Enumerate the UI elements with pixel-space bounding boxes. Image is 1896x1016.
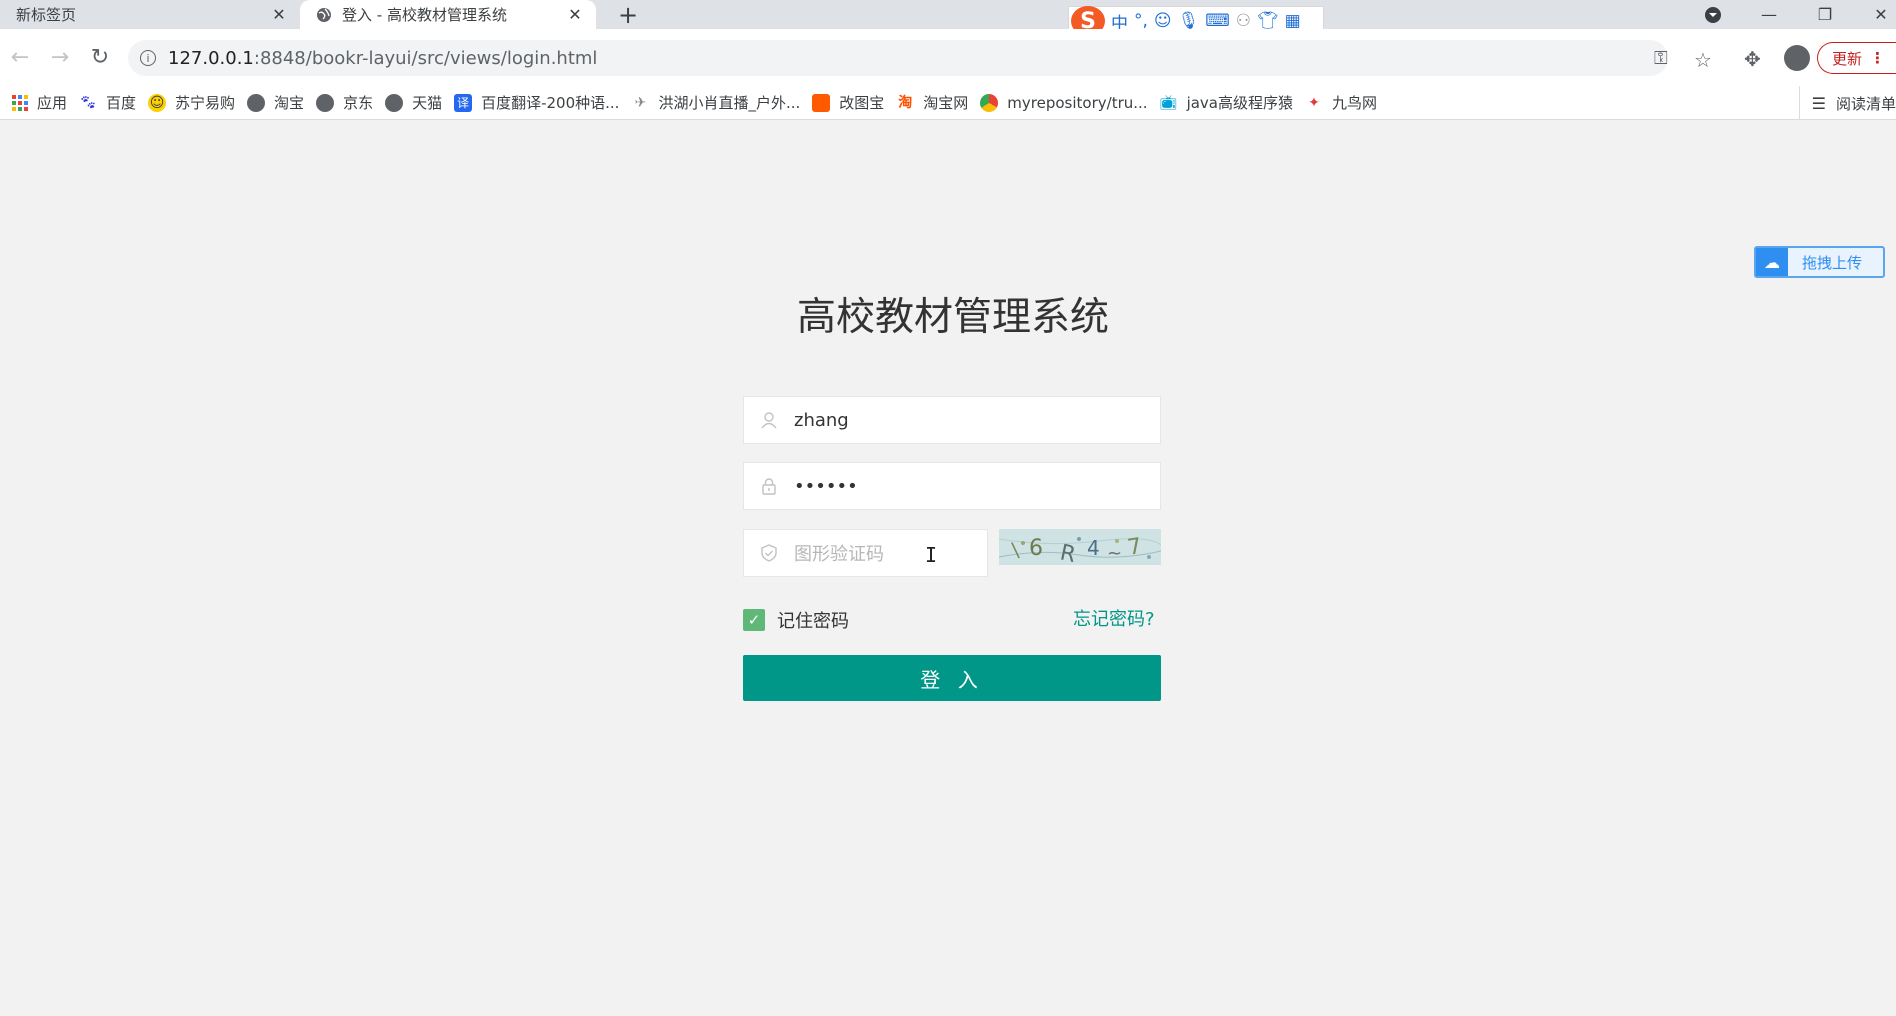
bookmark-item[interactable]: 天猫 [385,89,442,117]
star-icon[interactable]: ☆ [1694,48,1712,72]
bird-logo-icon: ✦ [1308,94,1320,111]
taobao-icon: 淘 [898,94,913,111]
key-icon[interactable]: ⚿ [1654,48,1668,69]
globe-icon [317,7,331,22]
globe-icon [316,93,335,112]
captcha-input[interactable]: 图形验证码 [794,540,884,566]
baidu-icon: 🐾︎ [79,94,97,111]
checkbox-checked[interactable]: ✓ [743,609,765,631]
cloud-icon: ☁ [1756,248,1788,276]
menu-icon: ⋮ [1870,49,1886,67]
bookmark-item[interactable]: 京东 [316,89,373,117]
suning-icon: ☺ [148,93,167,112]
close-icon[interactable]: ✕ [562,5,588,24]
password-input[interactable]: •••••• [794,476,858,497]
tab-login[interactable]: 登入 - 高校教材管理系统 ✕ [300,0,596,29]
address-bar[interactable]: i 127.0.0.1:8848/bookr-layui/src/views/l… [128,40,1712,76]
tab-title: 新标签页 [16,6,77,24]
reload-icon[interactable]: ↻ [86,43,114,71]
translate-icon: 译 [454,93,473,112]
bilibili-icon: 📺︎ [1159,94,1178,111]
bookmark-item[interactable]: ✈ 洪湖小肖直播_户外... [631,89,801,117]
bookmark-item[interactable]: 译百度翻译-200种语... [454,89,619,117]
remember-password[interactable]: ✓ 记住密码 [743,607,849,633]
bookmark-item[interactable]: 淘宝 [247,89,304,117]
grid-icon[interactable]: ▦ [1285,11,1301,31]
drag-upload-widget[interactable]: ☁ 拖拽上传 [1754,246,1885,278]
bookmark-item[interactable]: myrepository/tru... [980,89,1148,117]
lock-icon [744,477,794,495]
text-cursor-icon: I [925,543,938,567]
bird-icon: ✈ [634,94,647,111]
forward-icon[interactable]: → [46,43,74,71]
user-icon[interactable]: ⚇ [1236,11,1251,31]
bookmark-item[interactable]: 淘淘宝网 [896,89,968,117]
forgot-password-link[interactable]: 忘记密码? [1073,605,1155,631]
skin-icon[interactable]: 👕︎ [1257,11,1279,31]
password-field[interactable]: •••••• [743,462,1161,510]
repository-icon [980,93,999,112]
back-icon[interactable]: ← [6,43,34,71]
globe-icon [247,93,266,112]
page-title: 高校教材管理系统 [796,295,1109,340]
browser-toolbar: ← → ↻ i 127.0.0.1:8848/bookr-layui/src/v… [0,29,1896,86]
microphone-icon[interactable]: 🎙︎ [1178,11,1200,31]
minimize-icon[interactable]: — [1754,0,1784,29]
close-icon[interactable]: ✕ [266,5,292,24]
reading-list-icon: ☰ [1811,93,1826,113]
tab-new-tab[interactable]: 新标签页 ✕ [0,0,300,29]
image-icon [812,93,831,112]
bookmark-item[interactable]: ✦ 九鸟网 [1305,89,1377,117]
bookmark-apps[interactable]: 应用 [12,89,67,117]
svg-text:~: ~ [1107,543,1122,564]
svg-text:4: 4 [1087,536,1100,560]
shield-icon [744,544,794,562]
url-text[interactable]: 127.0.0.1:8848/bookr-layui/src/views/log… [168,48,597,69]
svg-text:6: 6 [1029,536,1043,561]
user-icon [744,411,794,429]
login-button[interactable]: 登 入 [743,655,1161,701]
update-button[interactable]: 更新 ⋮ [1817,42,1896,74]
captcha-field[interactable]: 图形验证码 [743,529,988,577]
info-icon[interactable]: i [140,50,156,66]
new-tab-button[interactable]: + [614,0,642,29]
username-input[interactable]: zhang [794,410,849,431]
bookmarks-bar: 应用 🐾︎ 百度 ☺ 苏宁易购 淘宝 京东 天猫 译百度翻译-200种语... ✈ 洪… [0,86,1896,120]
extensions-icon[interactable]: ✥ [1744,47,1761,71]
window-close-icon[interactable]: ✕ [1866,0,1896,29]
reading-list-button[interactable]: ☰ 阅读清单 [1798,86,1896,120]
ime-punct-toggle[interactable]: °, [1134,11,1148,31]
bookmark-item[interactable]: 改图宝 [812,89,884,117]
captcha-image[interactable]: \ 6 R 4 ~ 7 [999,529,1161,565]
tab-title: 登入 - 高校教材管理系统 [342,6,507,24]
bookmark-item[interactable]: 🐾︎ 百度 [79,89,136,117]
tab-search-icon[interactable] [1700,0,1726,29]
tab-strip: 新标签页 ✕ 登入 - 高校教材管理系统 ✕ + S 中 °, ☺ 🎙︎ ⌨ ⚇… [0,0,1896,36]
avatar[interactable] [1784,45,1810,71]
bookmark-item[interactable]: 📺︎ java高级程序猿 [1160,89,1293,117]
keyboard-icon[interactable]: ⌨ [1205,11,1230,31]
restore-icon[interactable]: ❐ [1810,0,1840,29]
username-field[interactable]: zhang [743,396,1161,444]
globe-icon [385,93,404,112]
bookmark-item[interactable]: ☺ 苏宁易购 [148,89,235,117]
remember-label: 记住密码 [777,611,849,632]
apps-grid-icon [12,94,28,111]
emoji-icon[interactable]: ☺ [1154,11,1172,31]
